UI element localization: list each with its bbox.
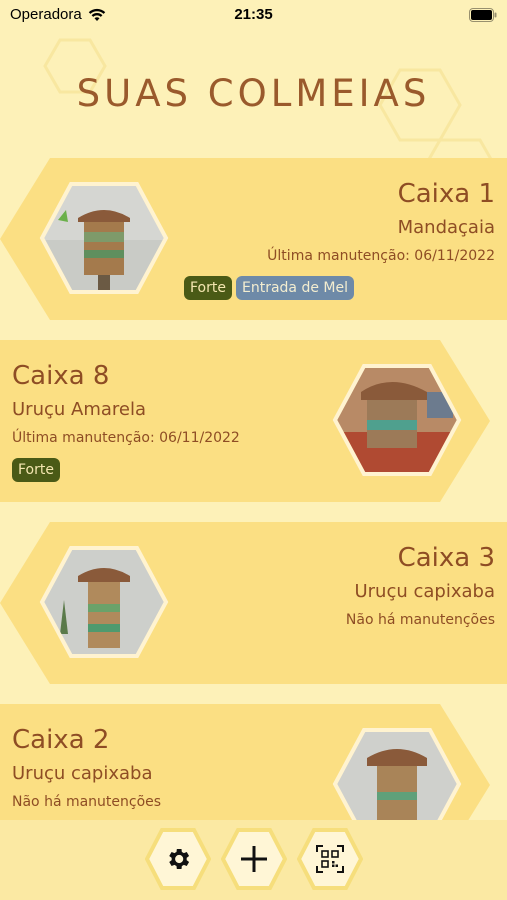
add-hive-button[interactable] <box>220 826 288 892</box>
tag-entrada-de-mel: Entrada de Mel <box>235 276 354 300</box>
hive-card[interactable]: Caixa 8 Uruçu Amarela Última manutenção:… <box>0 340 507 502</box>
hive-maintenance: Última manutenção: 06/11/2022 <box>12 430 240 446</box>
hive-photo <box>39 182 169 294</box>
hive-photo <box>332 364 462 476</box>
tag-forte: Forte <box>184 276 232 300</box>
hive-tags: Forte <box>12 458 240 482</box>
hive-species: Uruçu capixaba <box>12 763 153 784</box>
hive-maintenance: Não há manutenções <box>345 612 495 628</box>
status-time: 21:35 <box>234 6 273 23</box>
hive-photo <box>39 546 169 658</box>
gear-icon <box>145 826 211 892</box>
plus-icon <box>221 826 287 892</box>
hive-info: Caixa 3 Uruçu capixaba Não há manutençõe… <box>346 542 495 630</box>
hive-name: Caixa 2 <box>12 725 110 755</box>
hive-name: Caixa 1 <box>397 179 495 209</box>
status-bar: Operadora 21:35 <box>0 0 507 30</box>
page-title: SUAS COLMEIAS <box>76 72 431 115</box>
hive-species: Mandaçaia <box>397 217 495 238</box>
hive-species: Uruçu Amarela <box>12 399 146 420</box>
hive-card[interactable]: Caixa 3 Uruçu capixaba Não há manutençõe… <box>0 522 507 684</box>
tag-forte: Forte <box>12 458 60 482</box>
hive-species: Uruçu capixaba <box>354 581 495 602</box>
qr-code-icon <box>297 826 363 892</box>
hive-tags: Forte Entrada de Mel <box>184 276 354 300</box>
hive-name: Caixa 8 <box>12 361 110 391</box>
hive-info: Caixa 2 Uruçu capixaba Não há manutençõe… <box>12 724 161 812</box>
hive-info: Caixa 1 Mandaçaia Última manutenção: 06/… <box>267 178 495 266</box>
battery-icon <box>469 8 497 22</box>
hive-maintenance: Não há manutenções <box>12 794 162 810</box>
qr-scan-button[interactable] <box>296 826 364 892</box>
hive-info: Caixa 8 Uruçu Amarela Última manutenção:… <box>12 360 240 482</box>
settings-button[interactable] <box>144 826 212 892</box>
hive-card[interactable]: Caixa 1 Mandaçaia Última manutenção: 06/… <box>0 158 507 320</box>
hive-name: Caixa 3 <box>397 543 495 573</box>
hive-maintenance: Última manutenção: 06/11/2022 <box>267 248 495 264</box>
